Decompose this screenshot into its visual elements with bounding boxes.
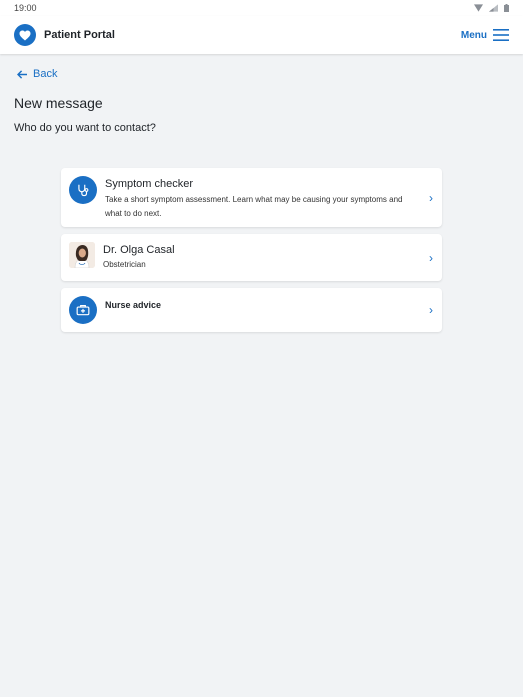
battery-icon [504, 4, 509, 12]
chevron-right-icon: › [429, 190, 433, 205]
status-bar: 19:00 [0, 0, 523, 16]
doctor-avatar [69, 242, 95, 268]
chevron-right-icon: › [429, 250, 433, 265]
back-label: Back [33, 68, 58, 80]
medical-kit-icon [69, 296, 97, 324]
option-description: Take a short symptom assessment. Learn w… [105, 195, 403, 218]
signal-icon [489, 4, 498, 12]
app-header: Patient Portal Menu [0, 16, 523, 54]
heart-logo-icon [14, 24, 36, 46]
option-body: Dr. Olga Casal Obstetrician [103, 244, 423, 269]
stethoscope-icon [69, 176, 97, 204]
wifi-icon [474, 4, 483, 12]
page-subtitle: Who do you want to contact? [14, 122, 156, 134]
app-title: Patient Portal [44, 29, 115, 41]
option-body: Nurse advice [105, 300, 423, 310]
contact-options: Symptom checker Take a short symptom ass… [61, 168, 442, 332]
option-body: Symptom checker Take a short symptom ass… [105, 178, 423, 221]
brand[interactable]: Patient Portal [14, 24, 115, 46]
hamburger-icon [493, 29, 509, 41]
arrow-left-icon [17, 69, 27, 79]
option-title: Dr. Olga Casal [103, 244, 175, 256]
option-title: Nurse advice [105, 300, 162, 310]
menu-label: Menu [460, 29, 487, 41]
option-symptom-checker[interactable]: Symptom checker Take a short symptom ass… [61, 168, 442, 227]
option-doctor[interactable]: Dr. Olga Casal Obstetrician › [61, 234, 442, 281]
status-icons [474, 4, 509, 12]
page-title: New message [14, 95, 103, 111]
option-nurse-advice[interactable]: Nurse advice › [61, 288, 442, 332]
option-title: Symptom checker [105, 178, 194, 190]
back-link[interactable]: Back [17, 68, 523, 80]
chevron-right-icon: › [429, 303, 433, 317]
status-time: 19:00 [14, 3, 37, 13]
menu-button[interactable]: Menu [461, 29, 509, 41]
option-subtitle: Obstetrician [103, 260, 146, 269]
